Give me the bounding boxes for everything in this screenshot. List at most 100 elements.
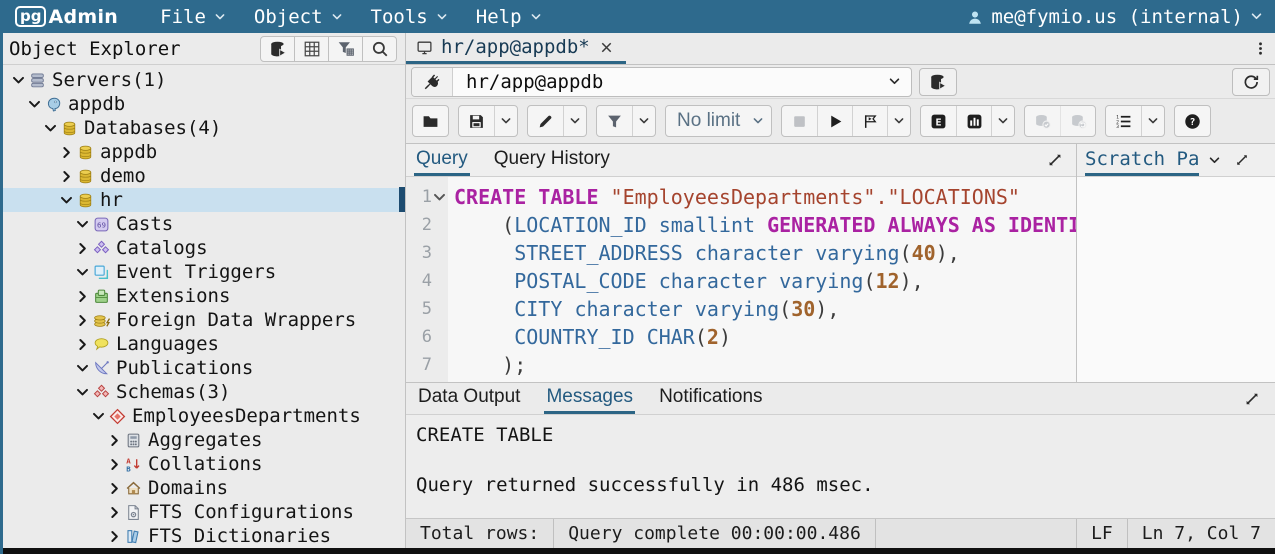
stop-execution-button[interactable] <box>782 106 817 136</box>
connection-status-button[interactable] <box>412 68 453 96</box>
sql-token: character <box>574 297 682 321</box>
tree-row-appdb[interactable]: appdb <box>3 140 405 164</box>
execute-script-button[interactable] <box>852 106 887 136</box>
tab-query[interactable]: Query <box>414 144 470 176</box>
tree-row-foreign-data-wrappers[interactable]: Foreign Data Wrappers <box>3 308 405 332</box>
expand-scratch-pad-button[interactable] <box>1229 148 1255 172</box>
tab-data-output[interactable]: Data Output <box>416 383 522 414</box>
expand-query-panel-button[interactable] <box>1042 148 1068 172</box>
filter-button[interactable] <box>597 106 632 136</box>
scratch-pad-dropdown-button[interactable] <box>1203 149 1225 171</box>
tab-notifications[interactable]: Notifications <box>657 383 765 414</box>
expander-right-icon[interactable] <box>107 529 122 544</box>
explain-button[interactable]: E <box>921 106 956 136</box>
eol-indicator[interactable]: LF <box>1076 519 1127 548</box>
edit-options-button[interactable] <box>563 106 586 136</box>
tree-row-servers-1[interactable]: Servers(1) <box>3 68 405 92</box>
search-objects-button[interactable] <box>362 36 397 62</box>
user-menu[interactable]: me@fymio.us (internal) <box>966 6 1263 28</box>
row-limit-button[interactable]: No limit <box>666 106 771 136</box>
scratch-pad-tab[interactable]: Scratch Pa <box>1085 144 1199 176</box>
expander-down-icon[interactable] <box>27 97 42 112</box>
menu-file[interactable]: File <box>146 0 240 33</box>
expander-down-icon[interactable] <box>75 361 90 376</box>
expander-right-icon[interactable] <box>75 289 90 304</box>
sql-editor[interactable]: 1234567 CREATE TABLE "EmployeesDepartmen… <box>406 177 1076 382</box>
tree-row-hr[interactable]: hr <box>3 188 405 212</box>
sql-token: CITY <box>514 297 562 321</box>
expander-down-icon[interactable] <box>75 217 90 232</box>
help-button[interactable]: ? <box>1175 106 1210 136</box>
tree-row-demo[interactable]: demo <box>3 164 405 188</box>
refresh-button[interactable] <box>1232 68 1270 96</box>
menu-object[interactable]: Object <box>240 0 357 33</box>
expander-down-icon[interactable] <box>75 385 90 400</box>
tree-item-label: appdb <box>100 141 157 163</box>
tree-row-event-triggers[interactable]: Event Triggers <box>3 260 405 284</box>
sql-token <box>683 297 695 321</box>
connection-combo[interactable]: hr/app@appdb <box>453 68 877 96</box>
execute-options-button[interactable] <box>887 106 910 136</box>
tree-row-appdb[interactable]: appdb <box>3 92 405 116</box>
tree-row-collations[interactable]: ABCollations <box>3 452 405 476</box>
close-tab-button[interactable] <box>598 38 616 56</box>
tree-row-publications[interactable]: Publications <box>3 356 405 380</box>
connection-dropdown-button[interactable] <box>877 68 911 96</box>
filtered-rows-button[interactable] <box>328 36 363 62</box>
expander-right-icon[interactable] <box>107 433 122 448</box>
expander-down-icon[interactable] <box>11 73 26 88</box>
expander-right-icon[interactable] <box>59 145 74 160</box>
editor-code[interactable]: CREATE TABLE "EmployeesDepartments"."LOC… <box>448 177 1076 382</box>
tab-query-history[interactable]: Query History <box>492 144 612 176</box>
tree-row-extensions[interactable]: Extensions <box>3 284 405 308</box>
menu-label: Tools <box>371 6 428 28</box>
panel-menu-button[interactable] <box>1245 36 1275 62</box>
expander-right-icon[interactable] <box>107 481 122 496</box>
tree-row-catalogs[interactable]: Catalogs <box>3 236 405 260</box>
expander-right-icon[interactable] <box>75 241 90 256</box>
expander-down-icon[interactable] <box>59 193 74 208</box>
tree-row-employeesdepartments[interactable]: EmployeesDepartments <box>3 404 405 428</box>
explain-options-button[interactable] <box>991 106 1014 136</box>
execute-query-button[interactable] <box>817 106 852 136</box>
expander-right-icon[interactable] <box>59 169 74 184</box>
tree-row-casts[interactable]: 69Casts <box>3 212 405 236</box>
tab-messages[interactable]: Messages <box>544 383 635 414</box>
expander-down-icon[interactable] <box>91 409 106 424</box>
edit-button[interactable] <box>528 106 563 136</box>
scratch-pad-body[interactable] <box>1077 177 1275 382</box>
sidebar-scrollbar[interactable] <box>399 187 405 212</box>
tree-row-schemas-3[interactable]: Schemas(3) <box>3 380 405 404</box>
query-tool-button[interactable] <box>260 36 295 62</box>
expander-right-icon[interactable] <box>75 313 90 328</box>
tree-row-databases-4[interactable]: Databases(4) <box>3 116 405 140</box>
tree-row-aggregates[interactable]: Aggregates <box>3 428 405 452</box>
tree-row-fts-dictionaries[interactable]: FTS Dictionaries <box>3 524 405 548</box>
tree-row-domains[interactable]: Domains <box>3 476 405 500</box>
expand-output-panel-button[interactable] <box>1239 387 1265 411</box>
expander-down-icon[interactable] <box>75 265 90 280</box>
open-file-button[interactable] <box>413 106 448 136</box>
tab-hr-app-appdb[interactable]: hr/app@appdb* <box>406 33 626 64</box>
expander-right-icon[interactable] <box>75 337 90 352</box>
commit-button[interactable] <box>1025 106 1060 136</box>
menu-tools[interactable]: Tools <box>357 0 462 33</box>
toolbar-group <box>527 105 587 137</box>
tree-row-fts-configurations[interactable]: FTS Configurations <box>3 500 405 524</box>
view-data-button[interactable] <box>294 36 329 62</box>
rollback-button[interactable] <box>1060 106 1095 136</box>
save-file-button[interactable] <box>459 106 494 136</box>
filter-options-button[interactable] <box>632 106 655 136</box>
new-connection-button[interactable] <box>919 68 957 96</box>
menu-help[interactable]: Help <box>462 0 556 33</box>
expander-right-icon[interactable] <box>107 505 122 520</box>
tree-row-languages[interactable]: Languages <box>3 332 405 356</box>
expander-right-icon[interactable] <box>107 457 122 472</box>
fold-spacer <box>432 302 447 317</box>
save-options-button[interactable] <box>494 106 517 136</box>
macros-options-button[interactable] <box>1141 106 1164 136</box>
expander-down-icon[interactable] <box>43 121 58 136</box>
fold-icon[interactable] <box>432 190 447 205</box>
macros-button[interactable]: 123 <box>1106 106 1141 136</box>
explain-analyze-button[interactable] <box>956 106 991 136</box>
